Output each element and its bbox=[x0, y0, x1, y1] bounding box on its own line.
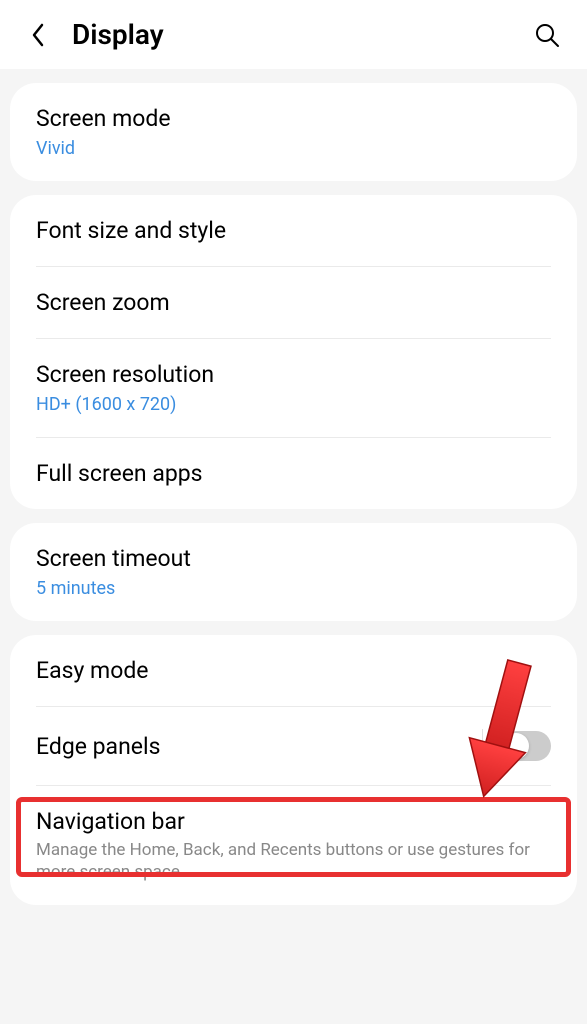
item-title: Screen zoom bbox=[36, 289, 551, 316]
item-title: Navigation bar bbox=[36, 808, 551, 835]
item-screen-resolution[interactable]: Screen resolution HD+ (1600 x 720) bbox=[10, 339, 577, 437]
item-full-screen-apps[interactable]: Full screen apps bbox=[10, 438, 577, 509]
item-screen-timeout[interactable]: Screen timeout 5 minutes bbox=[10, 523, 577, 621]
item-screen-zoom[interactable]: Screen zoom bbox=[10, 267, 577, 338]
item-value: Vivid bbox=[36, 138, 551, 159]
item-title: Easy mode bbox=[36, 657, 551, 684]
toggle-wrap bbox=[482, 729, 551, 763]
item-title: Screen timeout bbox=[36, 545, 551, 572]
item-screen-mode[interactable]: Screen mode Vivid bbox=[10, 83, 577, 181]
toggle-divider bbox=[482, 729, 483, 763]
header-bar: Display bbox=[0, 0, 587, 69]
item-title: Full screen apps bbox=[36, 460, 551, 487]
edge-panels-toggle[interactable] bbox=[501, 731, 551, 761]
item-description: Manage the Home, Back, and Recents butto… bbox=[36, 839, 551, 883]
search-icon bbox=[534, 22, 560, 48]
section-timeout: Screen timeout 5 minutes bbox=[10, 523, 577, 621]
page-title: Display bbox=[72, 18, 531, 51]
section-screen-mode: Screen mode Vivid bbox=[10, 83, 577, 181]
item-title: Screen resolution bbox=[36, 361, 551, 388]
section-display-settings: Font size and style Screen zoom Screen r… bbox=[10, 195, 577, 509]
item-title: Screen mode bbox=[36, 105, 551, 132]
item-edge-panels[interactable]: Edge panels bbox=[10, 707, 577, 785]
back-button[interactable] bbox=[24, 21, 52, 49]
item-title: Edge panels bbox=[36, 733, 160, 760]
item-font-size[interactable]: Font size and style bbox=[10, 195, 577, 266]
item-value: HD+ (1600 x 720) bbox=[36, 394, 551, 415]
item-easy-mode[interactable]: Easy mode bbox=[10, 635, 577, 706]
chevron-left-icon bbox=[29, 21, 47, 49]
search-button[interactable] bbox=[531, 19, 563, 51]
section-modes: Easy mode Edge panels Navigation bar Man… bbox=[10, 635, 577, 905]
item-title: Font size and style bbox=[36, 217, 551, 244]
item-navigation-bar[interactable]: Navigation bar Manage the Home, Back, an… bbox=[10, 786, 577, 905]
item-value: 5 minutes bbox=[36, 578, 551, 599]
toggle-knob bbox=[503, 733, 529, 759]
